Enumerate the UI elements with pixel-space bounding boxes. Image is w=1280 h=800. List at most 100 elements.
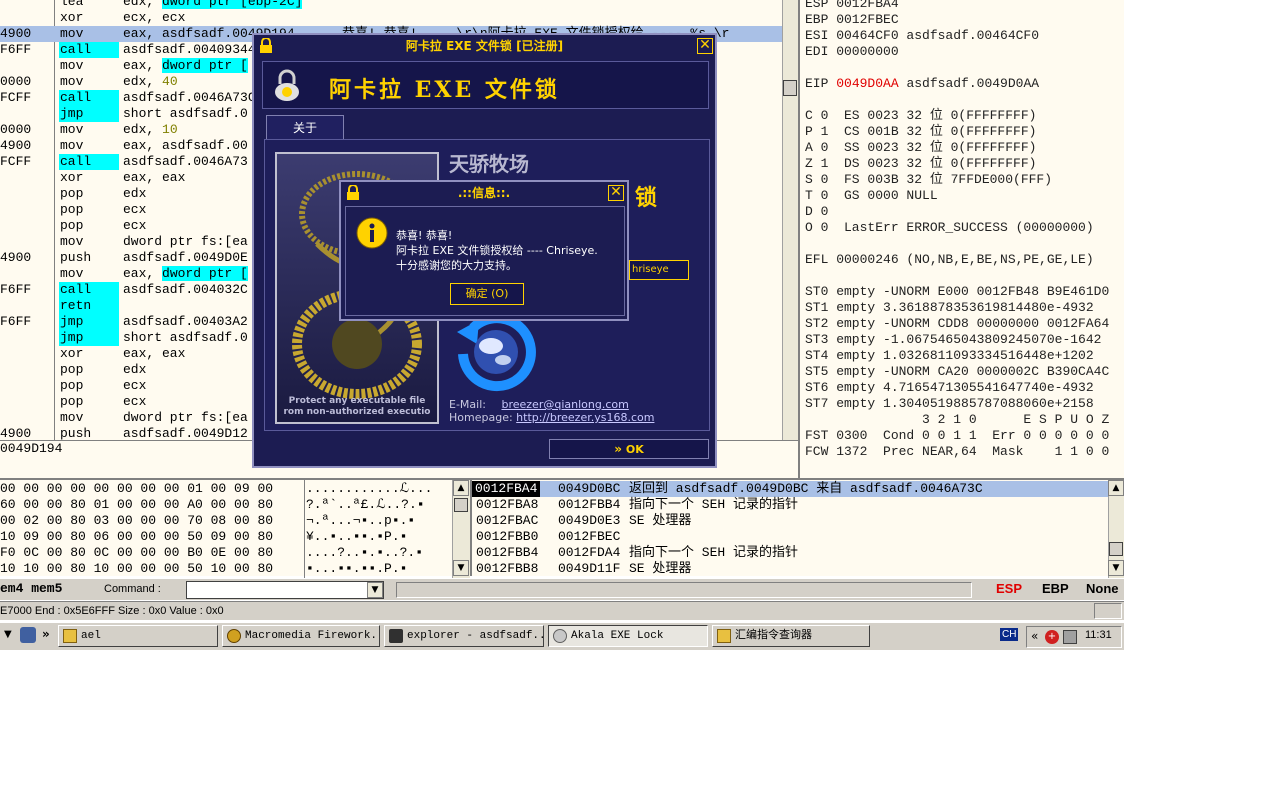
close-icon[interactable]: ✕ bbox=[608, 185, 624, 201]
memory-dump-pane[interactable]: 00 00 00 00 00 00 00 00 01 00 09 00.....… bbox=[0, 478, 470, 578]
dump-row[interactable]: 00 02 00 80 03 00 00 00 70 08 00 80 ¬.ª..… bbox=[0, 513, 452, 529]
scroll-down-arrow-icon[interactable]: ▼ bbox=[453, 560, 469, 576]
ebp-button[interactable]: EBP bbox=[1042, 581, 1069, 596]
dump-row[interactable]: F0 0C 00 80 0C 00 00 00 B0 0E 00 80....?… bbox=[0, 545, 452, 561]
stack-row[interactable]: 0012FBB0 0012FBEC bbox=[472, 529, 1108, 545]
dialog-title-bar[interactable]: 阿卡拉 EXE 文件锁 [已注册] ✕ bbox=[254, 35, 715, 57]
task-label: explorer - asdfsadf... bbox=[407, 630, 544, 642]
tray-expand-icon[interactable]: « bbox=[1031, 629, 1038, 643]
tab-about[interactable]: 关于 bbox=[266, 115, 344, 139]
register-line[interactable]: S 0 FS 003B 32 位 7FFDE000(FFF) bbox=[805, 172, 1052, 188]
homepage-link[interactable]: http://breezer.ys168.com bbox=[516, 411, 654, 424]
ok-button[interactable]: » OK bbox=[549, 439, 709, 459]
task-ael[interactable]: ael bbox=[58, 625, 218, 647]
register-line[interactable]: ST7 empty 1.3040519885787088060e+2158 bbox=[805, 396, 1094, 412]
register-line[interactable]: EBP 0012FBEC bbox=[805, 12, 899, 28]
quicklaunch-arrow-icon[interactable]: ▼ bbox=[4, 629, 12, 640]
register-line[interactable]: ST6 empty 4.7165471305541647740e-4932 bbox=[805, 380, 1094, 396]
disasm-address: 4900 bbox=[0, 250, 32, 265]
esp-button[interactable]: ESP bbox=[996, 581, 1022, 596]
none-button[interactable]: None bbox=[1086, 581, 1119, 596]
disasm-address: F6FF bbox=[0, 42, 32, 57]
shield-icon[interactable]: + bbox=[1045, 630, 1059, 644]
dump-hex: 60 00 00 80 01 00 00 00 A0 00 00 80 bbox=[0, 497, 274, 512]
register-line[interactable]: ST5 empty -UNORM CA20 0000002C B390CA4C bbox=[805, 364, 1109, 380]
email-link[interactable]: breezer@qianlong.com bbox=[501, 398, 628, 411]
register-line[interactable]: ST3 empty -1.0675465043809245070e-1642 bbox=[805, 332, 1101, 348]
dump-scrollbar-thumb[interactable] bbox=[454, 498, 468, 512]
stack-row[interactable]: 0012FBA8 0012FBB4 指向下一个 SEH 记录的指针 bbox=[472, 497, 1108, 513]
stack-comment: 指向下一个 SEH 记录的指针 bbox=[629, 545, 799, 560]
scroll-up-arrow-icon[interactable]: ▲ bbox=[453, 480, 469, 496]
disasm-mnemonic: mov bbox=[60, 26, 84, 41]
status-text: E7000 End : 0x5E6FFF Size : 0x0 Value : … bbox=[0, 605, 224, 617]
disasm-row[interactable]: lea edx, dword ptr [ebp-2C] bbox=[0, 0, 784, 10]
register-line[interactable]: Z 1 DS 0023 32 位 0(FFFFFFFF) bbox=[805, 156, 1036, 172]
stack-scrollbar[interactable]: ▲ ▼ bbox=[1108, 480, 1124, 578]
register-line[interactable]: ST2 empty -UNORM CDD8 00000000 0012FA64 bbox=[805, 316, 1109, 332]
register-line[interactable]: 3 2 1 0 E S P U O Z bbox=[805, 412, 1109, 428]
register-line[interactable]: EDI 00000000 bbox=[805, 44, 899, 60]
command-input[interactable]: ▼ bbox=[186, 581, 384, 599]
stack-row[interactable]: 0012FBAC 0049D0E3 SE 处理器 bbox=[472, 513, 1108, 529]
status-panel bbox=[1094, 603, 1122, 619]
disasm-mnemonic: xor bbox=[60, 10, 84, 25]
dump-row[interactable]: 10 10 00 80 10 00 00 00 50 10 00 80 ▪...▪… bbox=[0, 561, 452, 577]
command-dropdown-icon[interactable]: ▼ bbox=[367, 582, 383, 598]
stack-row[interactable]: 0012FBB8 0049D11F SE 处理器 bbox=[472, 561, 1108, 577]
banner-caption: Protect any executable file rom non-auth… bbox=[277, 396, 437, 418]
task-asm-reference[interactable]: 汇编指令查询器 bbox=[712, 625, 870, 647]
dump-scrollbar[interactable]: ▲ ▼ bbox=[452, 480, 470, 578]
scroll-up-arrow-icon[interactable]: ▲ bbox=[1108, 480, 1124, 496]
registers-pane[interactable]: ESP 0012FBA4 EBP 0012FBEC ESI 00464CF0 asd… bbox=[798, 0, 1124, 478]
register-line[interactable]: ST1 empty 3.3618878353619814480e-4932 bbox=[805, 300, 1094, 316]
stack-row[interactable]: 0012FBB4 0012FDA4 指向下一个 SEH 记录的指针 bbox=[472, 545, 1108, 561]
register-line[interactable]: ST4 empty 1.0326811093334516448e+1202 bbox=[805, 348, 1094, 364]
network-icon[interactable] bbox=[1063, 630, 1077, 644]
disasm-mnemonic: retn bbox=[59, 298, 119, 314]
register-line[interactable]: FST 0300 Cond 0 0 1 1 Err 0 0 0 0 0 0 bbox=[805, 428, 1109, 444]
dump-row[interactable]: 60 00 00 80 01 00 00 00 A0 00 00 80 ?.ª`.… bbox=[0, 497, 452, 513]
scrollbar-thumb[interactable] bbox=[783, 80, 797, 96]
confirm-button[interactable]: 确定 (O) bbox=[450, 283, 524, 305]
register-line[interactable]: EFL 00000246 (NO,NB,E,BE,NS,PE,GE,LE) bbox=[805, 252, 1094, 268]
task-explorer[interactable]: explorer - asdfsadf... bbox=[384, 625, 544, 647]
quicklaunch-more-icon[interactable]: » bbox=[42, 627, 50, 641]
task-akala-exe-lock[interactable]: Akala EXE Lock bbox=[548, 625, 708, 647]
disasm-mnemonic: call bbox=[59, 154, 119, 170]
quicklaunch-app-icon[interactable] bbox=[20, 627, 36, 643]
register-line[interactable]: FCW 1372 Prec NEAR,64 Mask 1 1 0 0 bbox=[805, 444, 1109, 460]
scroll-down-arrow-icon[interactable]: ▼ bbox=[1108, 560, 1124, 576]
register-line[interactable]: T 0 GS 0000 NULL bbox=[805, 188, 938, 204]
dump-row[interactable]: 10 09 00 80 06 00 00 00 50 09 00 80 ¥..▪.… bbox=[0, 529, 452, 545]
stack-comment: 返回到 asdfsadf.0049D0BC 来自 asdfsadf.0046A7… bbox=[629, 481, 983, 496]
dump-hex: F0 0C 00 80 0C 00 00 00 B0 0E 00 80 bbox=[0, 545, 274, 560]
disasm-address: 0000 bbox=[0, 122, 32, 137]
register-line[interactable]: C 0 ES 0023 32 位 0(FFFFFFFF) bbox=[805, 108, 1036, 124]
dump-ascii: ....?..▪.▪..?.▪ bbox=[306, 545, 424, 560]
disasm-address: F6FF bbox=[0, 282, 32, 297]
disasm-row[interactable]: xor ecx, ecx bbox=[0, 10, 784, 26]
register-line[interactable]: ST0 empty -UNORM E000 0012FB48 B9E461D0 bbox=[805, 284, 1109, 300]
close-icon[interactable]: ✕ bbox=[697, 38, 713, 54]
homepage-label: Homepage: bbox=[449, 411, 513, 424]
register-line[interactable]: P 1 CS 001B 32 位 0(FFFFFFFF) bbox=[805, 124, 1036, 140]
stack-scrollbar-thumb[interactable] bbox=[1109, 542, 1123, 556]
stack-address: 0012FBAC bbox=[476, 513, 539, 528]
register-line[interactable]: EIP 0049D0AA asdfsadf.0049D0AA bbox=[805, 76, 1039, 92]
stack-row[interactable]: 0012FBA4 0049D0BC 返回到 asdfsadf.0049D0BC 来自… bbox=[472, 481, 1108, 497]
register-line[interactable]: D 0 bbox=[805, 204, 828, 220]
disassembly-scrollbar[interactable] bbox=[782, 0, 798, 440]
memory-tabs[interactable]: em4 mem5 bbox=[0, 581, 62, 596]
register-line[interactable]: O 0 LastErr ERROR_SUCCESS (00000000) bbox=[805, 220, 1094, 236]
language-indicator[interactable]: CH bbox=[1000, 628, 1019, 641]
debugger-icon bbox=[389, 629, 403, 643]
register-line[interactable]: ESI 00464CF0 asdfsadf.00464CF0 bbox=[805, 28, 1039, 44]
task-fireworks[interactable]: Macromedia Firework... bbox=[222, 625, 380, 647]
register-line[interactable]: ESP 0012FBA4 bbox=[805, 0, 899, 12]
info-dialog-title-bar[interactable]: .::信息::. ✕ bbox=[341, 182, 627, 204]
dump-row[interactable]: 00 00 00 00 00 00 00 00 01 00 09 00.....… bbox=[0, 481, 452, 497]
register-line[interactable]: A 0 SS 0023 32 位 0(FFFFFFFF) bbox=[805, 140, 1036, 156]
stack-comment: 指向下一个 SEH 记录的指针 bbox=[629, 497, 799, 512]
stack-pane[interactable]: 0012FBA4 0049D0BC 返回到 asdfsadf.0049D0BC 来自… bbox=[470, 478, 1124, 578]
